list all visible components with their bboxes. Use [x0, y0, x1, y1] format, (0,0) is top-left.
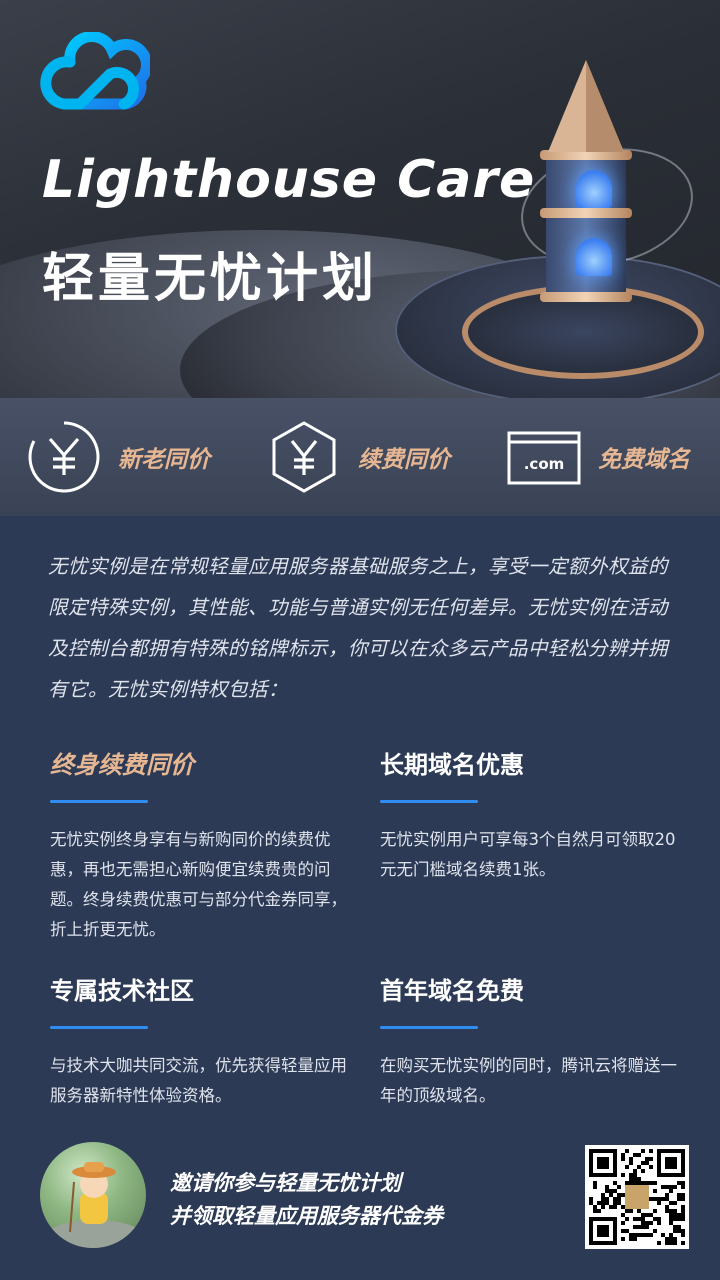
title-chinese: 轻量无忧计划 — [42, 249, 379, 309]
benefit-desc: 与技术大咖共同交流，优先获得轻量应用服务器新特性体验资格。 — [50, 1056, 347, 1105]
benefit-card: 终身续费同价 无忧实例终身享有与新购同价的续费优惠，再也无需担心新购便宜续费贵的… — [50, 748, 350, 945]
hero-banner: Lighthouse Care 轻量无忧计划 — [0, 0, 720, 398]
lighthouse-roof-shade — [586, 60, 624, 152]
benefit-title: 长期域名优惠 — [380, 751, 524, 779]
dotcom-window-icon: .com — [506, 419, 582, 495]
feature-renewal-price: 续费同价 — [266, 398, 450, 516]
intro-paragraph: 无忧实例是在常规轻量应用服务器基础服务之上，享受一定额外权益的限定特殊实例，其性… — [48, 555, 669, 701]
benefit-desc: 无忧实例用户可享每3个自然月可领取20元无门槛域名续费1张。 — [380, 830, 676, 879]
lighthouse-band — [540, 292, 632, 302]
qr-code[interactable] — [585, 1145, 689, 1249]
yen-hexagon-icon — [266, 419, 342, 495]
benefit-divider — [380, 1026, 478, 1029]
benefit-title: 首年域名免费 — [380, 977, 524, 1005]
benefit-desc: 无忧实例终身享有与新购同价的续费优惠，再也无需担心新购便宜续费贵的问题。终身续费… — [50, 830, 347, 939]
benefit-card: 长期域名优惠 无忧实例用户可享每3个自然月可领取20元无门槛域名续费1张。 — [380, 748, 680, 885]
feature-same-price: 新老同价 — [26, 398, 210, 516]
lighthouse-tower — [546, 150, 626, 300]
benefit-divider — [50, 800, 148, 803]
dotcom-text: .com — [524, 455, 565, 473]
cta-line: 并领取轻量应用服务器代金券 — [170, 1204, 443, 1228]
lighthouse-band — [540, 208, 632, 218]
benefit-desc: 在购买无忧实例的同时，腾讯云将赠送一年的顶级域名。 — [380, 1056, 677, 1105]
cloud-logo-icon — [40, 32, 150, 110]
cta-text: 邀请你参与轻量无忧计划 并领取轻量应用服务器代金券 — [170, 1167, 443, 1233]
feature-bar: 新老同价 续费同价 .com 免费域名 — [0, 398, 720, 516]
lighthouse-window — [576, 238, 612, 276]
yen-circle-icon — [26, 419, 102, 495]
benefit-title: 终身续费同价 — [50, 751, 194, 779]
benefit-card: 专属技术社区 与技术大咖共同交流，优先获得轻量应用服务器新特性体验资格。 — [50, 974, 350, 1111]
qr-code-icon — [589, 1149, 685, 1245]
feature-label: 续费同价 — [358, 447, 450, 473]
benefit-title: 专属技术社区 — [50, 977, 194, 1005]
lighthouse-window — [576, 170, 612, 208]
benefit-divider — [380, 800, 478, 803]
benefit-card: 首年域名免费 在购买无忧实例的同时，腾讯云将赠送一年的顶级域名。 — [380, 974, 680, 1111]
benefit-divider — [50, 1026, 148, 1029]
cta-line: 邀请你参与轻量无忧计划 — [170, 1171, 401, 1195]
title-english: Lighthouse Care — [42, 150, 536, 210]
avatar — [40, 1142, 146, 1248]
feature-label: 新老同价 — [118, 447, 210, 473]
feature-label: 免费域名 — [598, 447, 690, 473]
feature-free-domain: .com 免费域名 — [506, 398, 690, 516]
